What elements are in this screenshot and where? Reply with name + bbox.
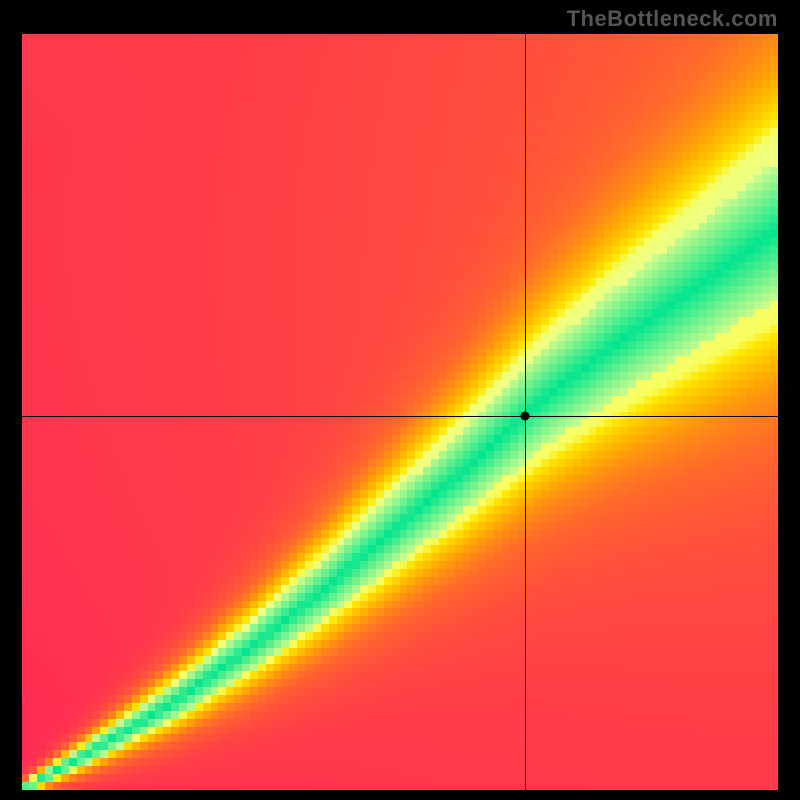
chart-frame: TheBottleneck.com [0, 0, 800, 800]
heatmap-canvas [22, 34, 778, 790]
crosshair-horizontal [22, 416, 778, 417]
marker-dot [520, 411, 529, 420]
heatmap-plot [22, 34, 778, 790]
watermark-text: TheBottleneck.com [567, 6, 778, 32]
